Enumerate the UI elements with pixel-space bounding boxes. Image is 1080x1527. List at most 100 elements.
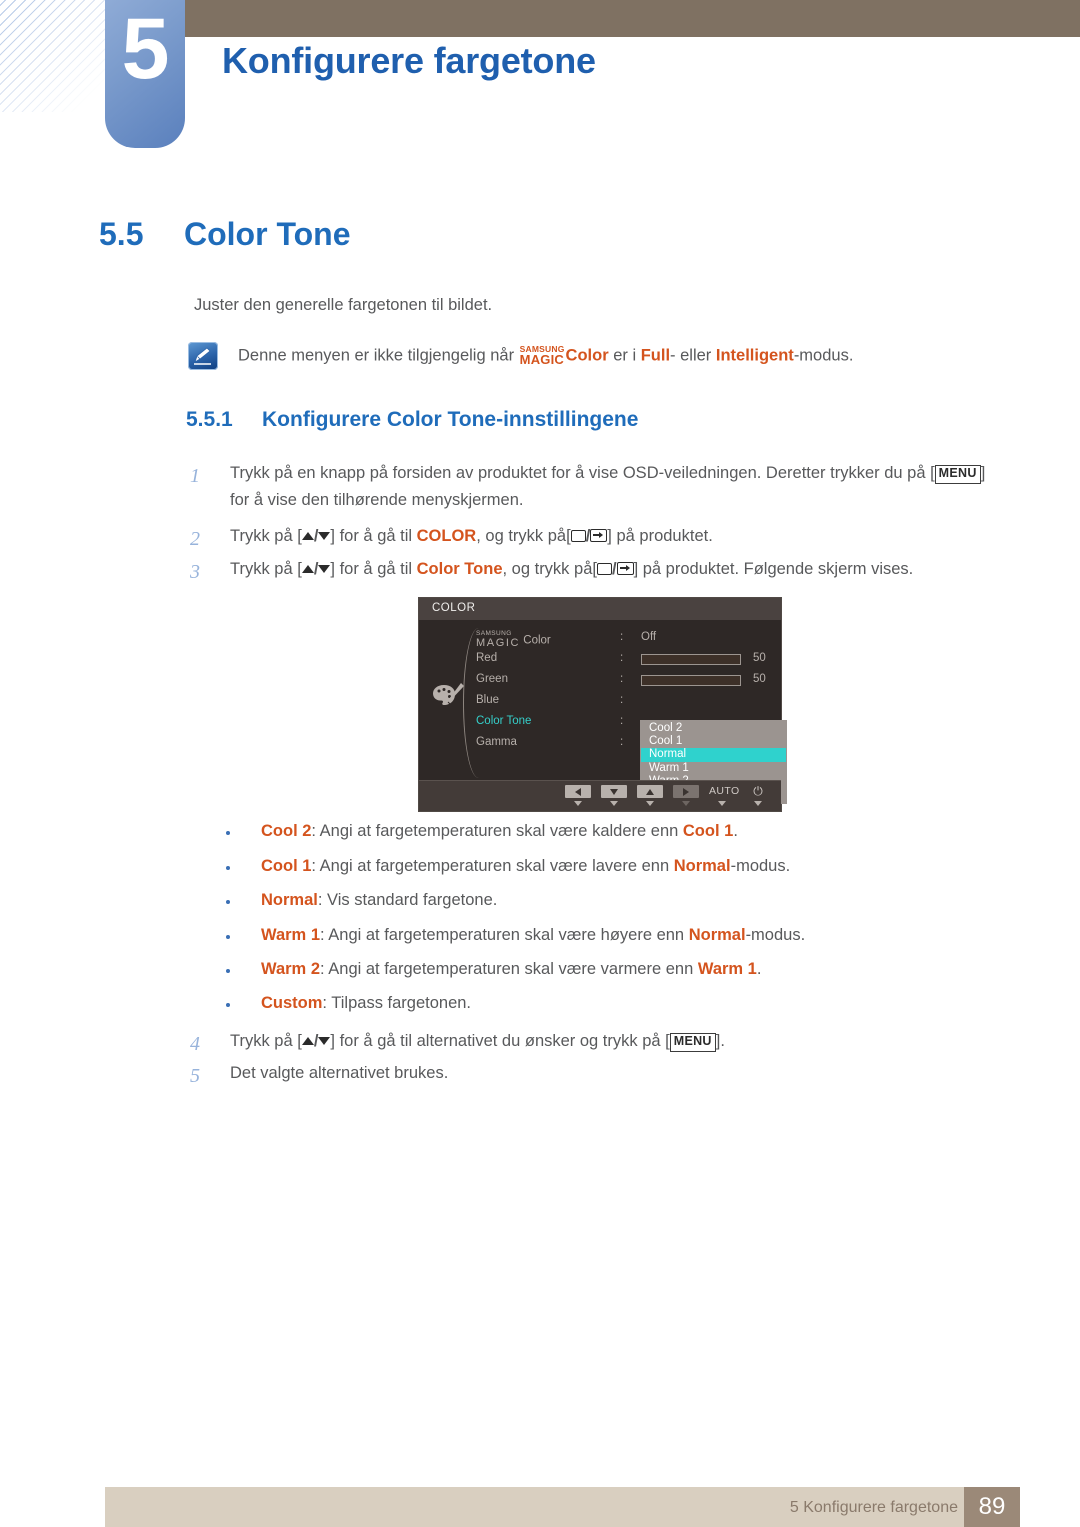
- step-2-part4: ] på produktet.: [607, 527, 713, 545]
- osd-buttons: AUTO ⏻: [565, 785, 771, 806]
- source-rect-icon: [570, 530, 586, 542]
- samsung-magic-logo: SAMSUNG MAGIC: [520, 345, 565, 366]
- step-3-part2: ] for å gå til: [330, 560, 417, 578]
- bullet-term2: Normal: [673, 857, 731, 875]
- note-text-before: Denne menyen er ikke tilgjengelig når: [238, 346, 519, 365]
- bullet-term2: Warm 1: [697, 960, 757, 978]
- down-arrow-button[interactable]: [601, 785, 627, 806]
- list-item: Custom: Tilpass fargetonen.: [226, 994, 471, 1013]
- bullet-end: .: [756, 960, 762, 978]
- step-3-part3: , og trykk på[: [502, 560, 597, 578]
- osd-label-gamma: Gamma: [476, 736, 517, 748]
- chapter-title: Konfigurere fargetone: [222, 40, 596, 81]
- section-heading: 5.5 Color Tone: [99, 216, 999, 253]
- step-4: 4 Trykk på [/] for å gå til alternativet…: [190, 1028, 1000, 1055]
- osd-colon: :: [620, 736, 624, 748]
- dropdown-item-cool-2[interactable]: Cool 2: [641, 722, 786, 735]
- section-intro-text: Juster den generelle fargetonen til bild…: [194, 296, 493, 314]
- note-text: Denne menyen er ikke tilgjengelig når SA…: [238, 345, 853, 366]
- down-triangle-icon: [318, 565, 331, 573]
- section-title: Color Tone: [184, 216, 351, 252]
- dropdown-item-cool-1[interactable]: Cool 1: [641, 735, 786, 748]
- step-2-part2: ] for å gå til: [330, 527, 417, 545]
- power-button[interactable]: ⏻: [745, 785, 771, 806]
- bullet-mid: : Tilpass fargetonen.: [322, 994, 472, 1012]
- menu-key-label: MENU: [669, 1033, 716, 1052]
- bullet-dot: [226, 866, 230, 870]
- osd-body: SAMSUNG MAGIC Color : Off Red : 50 Green …: [419, 620, 786, 804]
- list-item: Warm 1: Angi at fargetemperaturen skal v…: [226, 926, 805, 945]
- up-arrow-icon: [637, 785, 663, 798]
- down-triangle-icon: [318, 532, 331, 540]
- color-palette-icon: [431, 680, 465, 710]
- step-2-target: COLOR: [416, 527, 477, 545]
- osd-slider-green[interactable]: [641, 675, 741, 686]
- left-arrow-button[interactable]: [565, 785, 591, 806]
- step-4-part1: Trykk på [: [230, 1032, 302, 1050]
- osd-row-green[interactable]: Green : 50: [476, 671, 776, 692]
- osd-row-blue[interactable]: Blue :: [476, 692, 776, 713]
- step-4-number: 4: [190, 1033, 200, 1055]
- osd-menu-screenshot: COLOR SAMSUNG MAGIC Color : Off Red: 50…: [418, 597, 786, 812]
- note-text-after: -modus.: [793, 346, 854, 365]
- step-3: 3 Trykk på [/] for å gå til Color Tone, …: [190, 556, 1020, 583]
- osd-label-red: Red: [476, 652, 498, 664]
- osd-title-bar: COLOR: [419, 598, 781, 620]
- osd-colon: :: [620, 694, 624, 706]
- footer-chapter-label: 5 Konfigurere fargetone: [789, 1499, 958, 1516]
- osd-colon: :: [620, 673, 624, 685]
- bullet-mid: : Angi at fargetemperaturen skal være la…: [311, 857, 674, 875]
- up-arrow-button[interactable]: [637, 785, 663, 806]
- bullet-dot: [226, 900, 230, 904]
- caret-down-icon: [754, 801, 762, 806]
- osd-button-bar: AUTO ⏻: [419, 780, 781, 811]
- osd-magic-word: MAGIC: [476, 636, 521, 649]
- dropdown-item-warm-1[interactable]: Warm 1: [641, 762, 786, 775]
- subsection-title: Konfigurere Color Tone-innstillingene: [262, 408, 639, 431]
- step-3-target: Color Tone: [416, 560, 503, 578]
- osd-row-magic-color[interactable]: SAMSUNG MAGIC Color : Off: [476, 629, 776, 650]
- auto-button[interactable]: AUTO: [709, 785, 739, 806]
- magic-color-word: Color: [565, 346, 609, 365]
- osd-color-word: Color: [520, 634, 551, 647]
- subsection-number: 5.5.1: [186, 408, 233, 431]
- osd-slider-red[interactable]: [641, 654, 741, 665]
- list-item: Warm 2: Angi at fargetemperaturen skal v…: [226, 960, 761, 979]
- header-brown-bar: [176, 0, 1080, 37]
- bullet-mid: : Angi at fargetemperaturen skal være ka…: [311, 822, 683, 840]
- bullet-mid: : Vis standard fargetone.: [317, 891, 498, 909]
- menu-key-label: MENU: [934, 465, 981, 484]
- list-item: Cool 1: Angi at fargetemperaturen skal v…: [226, 857, 790, 876]
- page-footer: 5 Konfigurere fargetone 89: [105, 1487, 1020, 1527]
- list-item: Cool 2: Angi at fargetemperaturen skal v…: [226, 822, 738, 841]
- bullet-term: Cool 1: [261, 857, 312, 875]
- osd-label-blue: Blue: [476, 694, 500, 706]
- osd-colon: :: [620, 631, 624, 643]
- up-triangle-icon: [301, 532, 314, 540]
- bullet-term: Warm 1: [261, 926, 320, 944]
- osd-value-green: 50: [753, 673, 766, 685]
- osd-label-magic-color: SAMSUNG MAGIC Color: [476, 630, 551, 649]
- bullet-end: .: [733, 822, 738, 840]
- list-item: Normal: Vis standard fargetone.: [226, 891, 497, 910]
- step-3-part4: ] på produktet. Følgende skjerm vises.: [633, 560, 914, 578]
- dropdown-item-normal[interactable]: Normal: [641, 748, 786, 762]
- step-3-part1: Trykk på [: [230, 560, 302, 578]
- down-triangle-icon: [318, 1037, 331, 1045]
- step-2-part1: Trykk på [: [230, 527, 302, 545]
- power-icon: ⏻: [753, 784, 763, 798]
- step-2: 2 Trykk på [/] for å gå til COLOR, og tr…: [190, 523, 1000, 550]
- caret-down-icon: [718, 801, 726, 806]
- bullet-term: Normal: [261, 891, 318, 909]
- bullet-mid: : Angi at fargetemperaturen skal være va…: [320, 960, 698, 978]
- caret-down-icon: [646, 801, 654, 806]
- bullet-term: Custom: [261, 994, 323, 1012]
- right-arrow-icon: [673, 785, 699, 798]
- step-1-number: 1: [190, 465, 200, 487]
- osd-row-red[interactable]: Red : 50: [476, 650, 776, 671]
- step-1-text: Trykk på en knapp på forsiden av produkt…: [230, 460, 1000, 513]
- bullet-term: Cool 2: [261, 822, 312, 840]
- osd-value-red: 50: [753, 652, 766, 664]
- up-triangle-icon: [301, 1037, 314, 1045]
- right-arrow-button[interactable]: [673, 785, 699, 806]
